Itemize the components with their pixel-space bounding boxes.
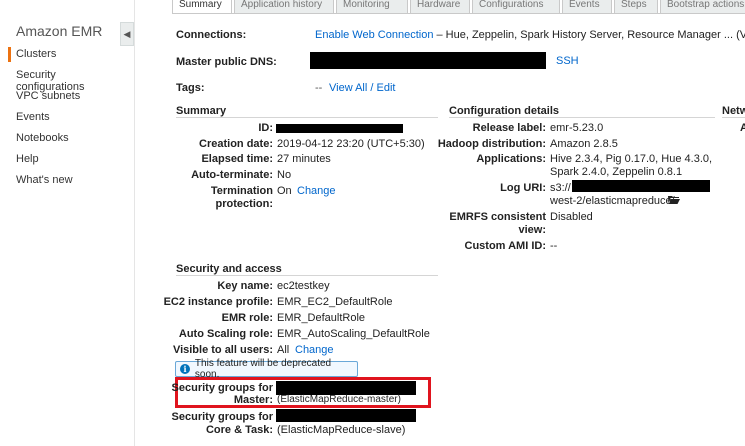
elapsed-value: 27 minutes bbox=[277, 153, 331, 165]
network-label-fragment: A bbox=[740, 122, 745, 134]
info-icon: i bbox=[180, 364, 190, 374]
sg-core-label-line2: Core & Task: bbox=[205, 424, 273, 436]
loguri-suffix: west-2/elasticmapreduce/ bbox=[550, 195, 675, 207]
tags-view-edit-link[interactable]: View All / Edit bbox=[329, 82, 395, 94]
applications-value-line1: Hive 2.3.4, Pig 0.17.0, Hue 4.3.0, bbox=[550, 153, 713, 165]
ssh-link[interactable]: SSH bbox=[556, 55, 579, 67]
tab-steps[interactable]: Steps bbox=[614, 0, 658, 14]
termprot-change-link[interactable]: Change bbox=[297, 185, 336, 197]
creation-value: 2019-04-12 23:20 (UTC+5:30) bbox=[277, 138, 425, 150]
sidebar-item-notebooks[interactable]: Notebooks bbox=[16, 132, 69, 144]
chevron-left-icon: ◀ bbox=[123, 28, 131, 39]
tab-bootstrap-actions[interactable]: Bootstrap actions bbox=[660, 0, 745, 14]
tab-monitoring[interactable]: Monitoring bbox=[336, 0, 408, 14]
elapsed-label: Elapsed time: bbox=[201, 153, 273, 165]
visible-label: Visible to all users: bbox=[172, 344, 273, 356]
connections-value: Enable Web Connection – Hue, Zeppelin, S… bbox=[315, 29, 745, 41]
autoterm-value: No bbox=[277, 169, 292, 181]
termprot-value: On bbox=[277, 185, 292, 197]
config-divider bbox=[449, 117, 715, 118]
emr-role-value: EMR_DefaultRole bbox=[277, 312, 366, 324]
active-indicator bbox=[8, 47, 11, 62]
sg-master-redacted bbox=[276, 381, 416, 395]
sidebar-item-events[interactable]: Events bbox=[16, 111, 50, 123]
sg-core-label-line1: Security groups for bbox=[171, 411, 273, 423]
instance-profile-value: EMR_EC2_DefaultRole bbox=[277, 296, 393, 308]
deprecation-notice: i This feature will be deprecated soon. bbox=[175, 358, 358, 380]
release-value: emr-5.23.0 bbox=[550, 122, 604, 134]
connections-label: Connections: bbox=[176, 29, 247, 41]
sidebar-item-help[interactable]: Help bbox=[16, 153, 39, 165]
security-divider bbox=[176, 275, 438, 276]
autoscaling-role-value: EMR_AutoScaling_DefaultRole bbox=[277, 328, 430, 340]
summary-title: Summary bbox=[176, 105, 227, 117]
tab-hardware[interactable]: Hardware bbox=[410, 0, 470, 14]
summary-divider bbox=[176, 117, 438, 118]
sg-core-value: (ElasticMapReduce-slave) bbox=[277, 424, 406, 436]
dns-redacted bbox=[310, 52, 546, 69]
termprot-label-line2: protection: bbox=[215, 198, 273, 210]
sg-master-label-line1: Security groups for bbox=[171, 382, 273, 394]
autoterm-label: Auto-terminate: bbox=[191, 169, 273, 181]
termprot-label-line1: Termination bbox=[210, 185, 273, 197]
visible-change-link[interactable]: Change bbox=[295, 344, 334, 356]
connections-view-all-text: (View All) bbox=[736, 29, 745, 41]
tab-application-history[interactable]: Application history bbox=[234, 0, 334, 14]
tab-summary[interactable]: Summary bbox=[172, 0, 232, 14]
enable-web-connection-link[interactable]: Enable Web Connection bbox=[315, 29, 433, 41]
network-title: Netw bbox=[722, 105, 745, 117]
dns-label: Master public DNS: bbox=[176, 56, 277, 68]
id-label: ID: bbox=[258, 122, 273, 134]
hadoop-label: Hadoop distribution: bbox=[437, 138, 546, 150]
ami-label: Custom AMI ID: bbox=[464, 240, 546, 252]
visible-value: All bbox=[277, 344, 290, 356]
sg-master-label-line2: Master: bbox=[233, 394, 273, 406]
applications-label: Applications: bbox=[476, 153, 546, 165]
loguri-redacted bbox=[572, 180, 710, 192]
keyname-value: ec2testkey bbox=[277, 280, 330, 292]
connections-apps-text: – Hue, Zeppelin, Spark History Server, R… bbox=[433, 29, 737, 41]
tab-bar: Summary Application history Monitoring H… bbox=[172, 0, 745, 14]
keyname-label: Key name: bbox=[217, 280, 273, 292]
sidebar-item-whats-new[interactable]: What's new bbox=[16, 174, 73, 186]
tab-events[interactable]: Events bbox=[562, 0, 612, 14]
folder-open-icon[interactable] bbox=[668, 195, 680, 204]
sg-core-redacted bbox=[276, 409, 416, 422]
config-title: Configuration details bbox=[449, 105, 559, 117]
hadoop-value: Amazon 2.8.5 bbox=[550, 138, 618, 150]
loguri-label: Log URI: bbox=[500, 182, 546, 194]
tags-dash: -- bbox=[315, 82, 323, 94]
creation-label: Creation date: bbox=[199, 138, 273, 150]
collapse-sidebar-button[interactable]: ◀ bbox=[120, 22, 134, 46]
tab-configurations[interactable]: Configurations bbox=[472, 0, 560, 14]
id-redacted bbox=[276, 124, 403, 133]
tab-underline bbox=[172, 13, 745, 14]
network-divider bbox=[722, 117, 745, 118]
sidebar-item-clusters[interactable]: Clusters bbox=[16, 48, 56, 60]
sg-master-value: (ElasticMapReduce-master) bbox=[277, 394, 401, 405]
autoscaling-role-label: Auto Scaling role: bbox=[178, 328, 273, 340]
loguri-prefix: s3:// bbox=[550, 182, 571, 194]
applications-value-line2: Spark 2.4.0, Zeppelin 0.8.1 bbox=[550, 166, 683, 178]
emrfs-label-line2: view: bbox=[518, 224, 546, 236]
emrfs-label-line1: EMRFS consistent bbox=[449, 211, 546, 223]
ami-value: -- bbox=[550, 240, 558, 252]
sidebar-divider bbox=[134, 0, 135, 446]
tags-label: Tags: bbox=[176, 82, 205, 94]
security-title: Security and access bbox=[176, 263, 282, 275]
sidebar: Amazon EMR Clusters Security configurati… bbox=[0, 0, 120, 446]
emr-role-label: EMR role: bbox=[221, 312, 273, 324]
sidebar-title: Amazon EMR bbox=[16, 23, 103, 39]
release-label: Release label: bbox=[472, 122, 546, 134]
sidebar-item-vpc-subnets[interactable]: VPC subnets bbox=[16, 90, 80, 102]
instance-profile-label: EC2 instance profile: bbox=[163, 296, 273, 308]
emrfs-value: Disabled bbox=[550, 211, 593, 223]
